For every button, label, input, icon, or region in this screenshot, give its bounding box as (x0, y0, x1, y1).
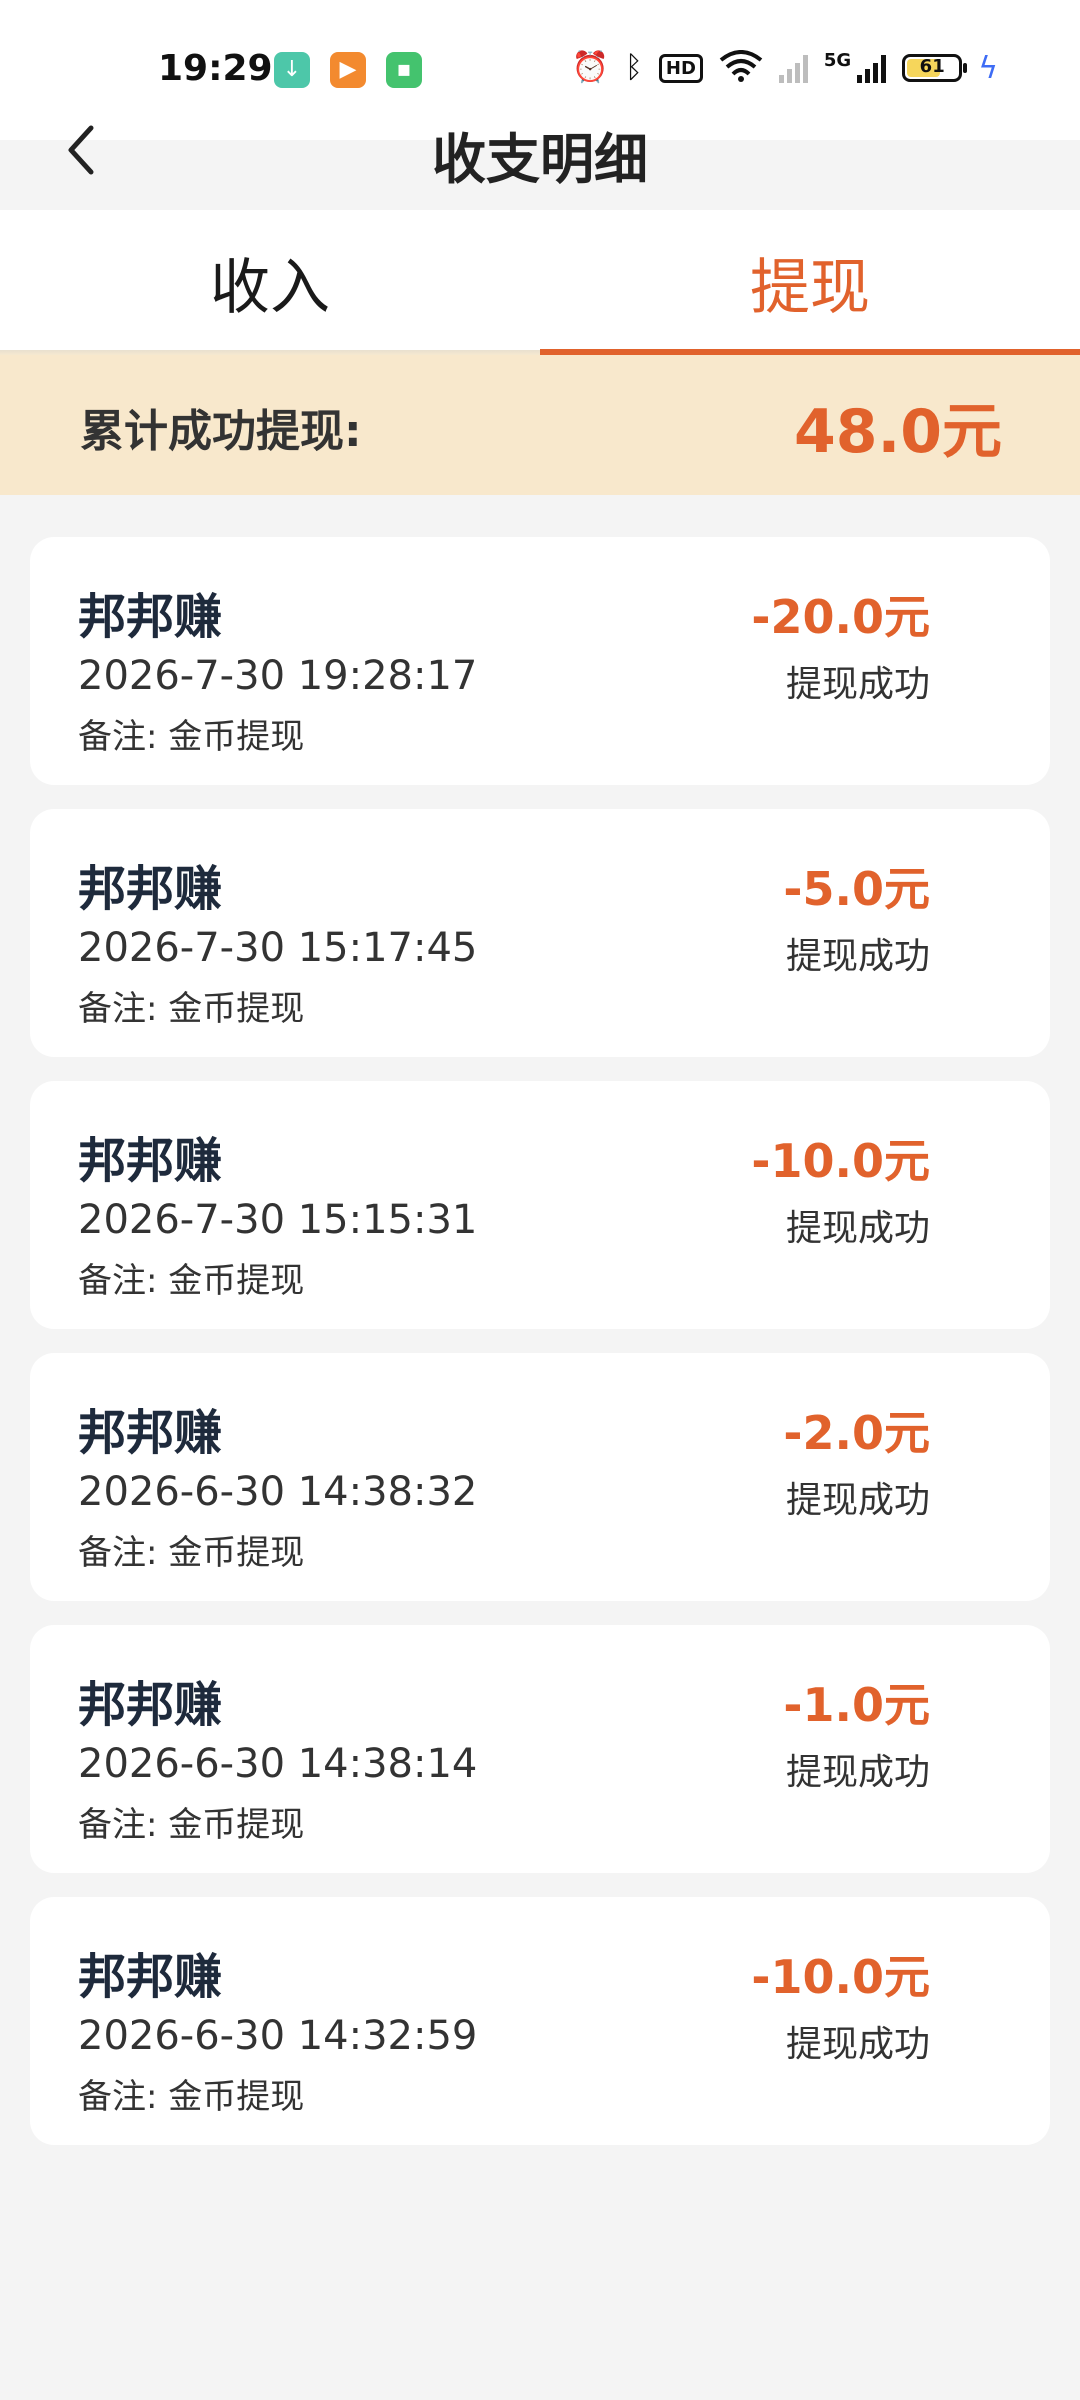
record-note: 备注: 金币提现 (78, 989, 305, 1029)
record-amount: -10.0元 (751, 1950, 930, 2004)
summary-amount: 48.0元 (793, 397, 1002, 467)
record-title: 邦邦赚 (78, 1677, 223, 1733)
record-amount: -2.0元 (783, 1406, 930, 1460)
download-app-icon: ↓ (274, 52, 310, 88)
charging-icon: ϟ (978, 50, 998, 86)
status-system-icons: ⏰ ᛒ HD 5G 61 ϟ (572, 50, 998, 86)
record-card[interactable]: 邦邦赚 -20.0元 2026-7-30 19:28:17 提现成功 备注: 金… (30, 537, 1050, 785)
record-card[interactable]: 邦邦赚 -10.0元 2026-7-30 15:15:31 提现成功 备注: 金… (30, 1081, 1050, 1329)
record-time: 2026-6-30 14:38:32 (78, 1469, 478, 1515)
record-note: 备注: 金币提现 (78, 1261, 305, 1301)
tab-bar: 收入 提现 (0, 210, 1080, 355)
tab-withdraw[interactable]: 提现 (540, 210, 1080, 355)
record-note: 备注: 金币提现 (78, 717, 305, 757)
hd-icon: HD (658, 53, 703, 83)
record-note: 备注: 金币提现 (78, 1805, 305, 1845)
record-time: 2026-7-30 15:17:45 (78, 925, 478, 971)
bluetooth-icon: ᛒ (624, 50, 643, 85)
video-app-icon: ▶ (330, 52, 366, 88)
record-amount: -10.0元 (751, 1134, 930, 1188)
signal-icon (857, 53, 887, 83)
status-time: 19:29 (158, 48, 273, 89)
signal-icon-sim2 (778, 53, 808, 83)
record-title: 邦邦赚 (78, 589, 223, 645)
record-status: 提现成功 (785, 2024, 930, 2065)
battery-level: 61 (919, 56, 945, 77)
battery-icon: 61 (902, 54, 968, 82)
alarm-icon: ⏰ (571, 50, 609, 85)
network-type-label: 5G (823, 50, 852, 71)
record-note: 备注: 金币提现 (78, 2077, 305, 2117)
record-status: 提现成功 (785, 1752, 930, 1793)
record-time: 2026-7-30 19:28:17 (78, 653, 478, 699)
record-title: 邦邦赚 (78, 861, 223, 917)
page-title: 收支明细 (432, 128, 648, 191)
record-status: 提现成功 (785, 1208, 930, 1249)
record-title: 邦邦赚 (78, 1133, 223, 1189)
record-card[interactable]: 邦邦赚 -1.0元 2026-6-30 14:38:14 提现成功 备注: 金币… (30, 1625, 1050, 1873)
record-card[interactable]: 邦邦赚 -5.0元 2026-7-30 15:17:45 提现成功 备注: 金币… (30, 809, 1050, 1057)
record-note: 备注: 金币提现 (78, 1533, 305, 1573)
status-notification-icons: ↓ ▶ ▪ (274, 52, 422, 88)
chat-app-icon: ▪ (386, 52, 422, 88)
record-time: 2026-7-30 15:15:31 (78, 1197, 478, 1243)
record-status: 提现成功 (785, 1480, 930, 1521)
record-time: 2026-6-30 14:32:59 (78, 2013, 478, 2059)
tab-income[interactable]: 收入 (0, 210, 540, 355)
record-status: 提现成功 (785, 936, 930, 977)
record-amount: -20.0元 (751, 590, 930, 644)
wifi-icon (719, 50, 763, 86)
record-card[interactable]: 邦邦赚 -10.0元 2026-6-30 14:32:59 提现成功 备注: 金… (30, 1897, 1050, 2145)
summary-label: 累计成功提现: (80, 406, 362, 457)
record-title: 邦邦赚 (78, 1405, 223, 1461)
record-amount: -5.0元 (783, 862, 930, 916)
withdraw-summary: 累计成功提现: 48.0元 (0, 355, 1080, 495)
record-status: 提现成功 (785, 664, 930, 705)
record-time: 2026-6-30 14:38:14 (78, 1741, 478, 1787)
withdraw-record-list: 邦邦赚 -20.0元 2026-7-30 19:28:17 提现成功 备注: 金… (30, 537, 1050, 2169)
record-amount: -1.0元 (783, 1678, 930, 1732)
record-title: 邦邦赚 (78, 1949, 223, 2005)
record-card[interactable]: 邦邦赚 -2.0元 2026-6-30 14:38:32 提现成功 备注: 金币… (30, 1353, 1050, 1601)
